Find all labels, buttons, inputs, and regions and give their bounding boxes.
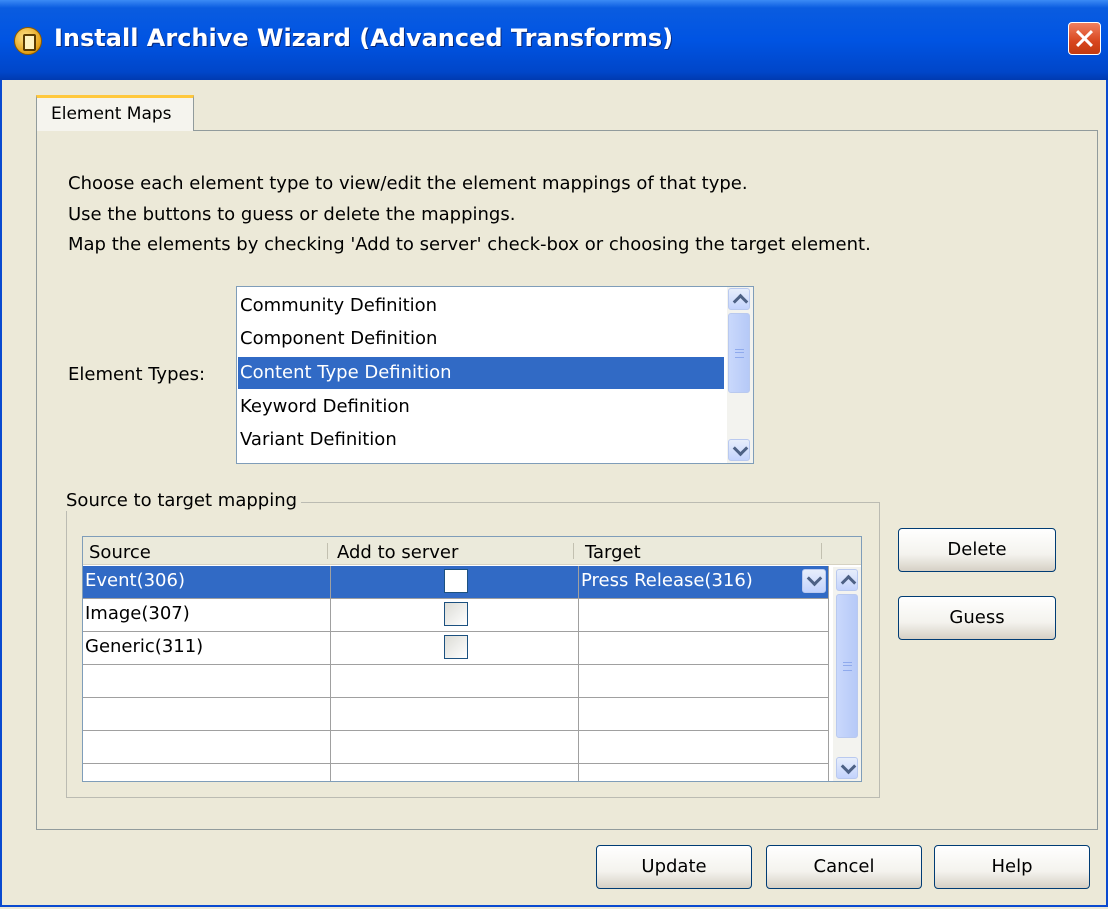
help-button[interactable]: Help [934, 845, 1090, 889]
list-item-variant-definition[interactable]: Variant Definition [238, 424, 724, 456]
tab-element-maps[interactable]: Element Maps [36, 95, 194, 131]
add-to-server-cell[interactable] [331, 764, 579, 781]
source-cell[interactable]: Image(307) [83, 599, 331, 632]
chevron-up-icon [732, 293, 749, 310]
target-cell[interactable] [579, 665, 829, 698]
scroll-thumb[interactable] [836, 594, 858, 738]
source-cell[interactable] [83, 731, 331, 764]
list-scrollbar[interactable] [727, 287, 753, 463]
column-divider[interactable] [573, 543, 574, 559]
instruction-line: Map the elements by checking 'Add to ser… [68, 234, 871, 255]
column-divider[interactable] [821, 543, 822, 559]
element-types-label: Element Types: [68, 364, 206, 385]
guess-button[interactable]: Guess [898, 596, 1056, 640]
add-to-server-checkbox[interactable] [444, 569, 468, 593]
list-item-component-definition[interactable]: Component Definition [238, 323, 724, 355]
element-types-list[interactable]: Community Definition Component Definitio… [236, 286, 754, 464]
scroll-up-button[interactable] [728, 288, 750, 310]
target-dropdown-button[interactable] [802, 569, 826, 593]
chevron-down-icon [840, 758, 857, 775]
mapping-group-label: Source to target mapping [62, 490, 302, 511]
tab-label: Element Maps [51, 104, 172, 124]
source-cell[interactable] [83, 665, 331, 698]
table-row[interactable] [83, 665, 829, 698]
source-cell[interactable]: Event(306) [83, 566, 331, 599]
target-cell[interactable] [579, 599, 829, 632]
target-cell[interactable] [579, 632, 829, 665]
table-row[interactable] [83, 731, 829, 764]
scroll-down-button[interactable] [836, 757, 858, 779]
list-item-keyword-definition[interactable]: Keyword Definition [238, 391, 724, 423]
add-to-server-cell [331, 599, 579, 632]
table-row[interactable] [83, 698, 829, 731]
add-to-server-checkbox[interactable] [444, 602, 468, 626]
instruction-line: Use the buttons to guess or delete the m… [68, 204, 516, 225]
add-to-server-cell[interactable] [331, 698, 579, 731]
header-corner [829, 537, 861, 565]
table-row[interactable]: Image(307) [83, 599, 829, 632]
update-button[interactable]: Update [596, 845, 752, 889]
column-divider[interactable] [327, 543, 328, 559]
table-row[interactable]: Generic(311) [83, 632, 829, 665]
target-cell[interactable] [579, 764, 829, 781]
add-to-server-cell [331, 566, 579, 599]
window-title: Install Archive Wizard (Advanced Transfo… [54, 24, 674, 52]
scroll-down-button[interactable] [728, 439, 750, 461]
app-icon [14, 27, 42, 55]
column-header-source[interactable]: Source [83, 537, 331, 565]
scroll-up-button[interactable] [836, 569, 858, 591]
source-cell[interactable]: Generic(311) [83, 632, 331, 665]
target-cell[interactable]: Press Release(316) [579, 566, 829, 599]
title-bar[interactable]: Install Archive Wizard (Advanced Transfo… [0, 0, 1108, 80]
add-to-server-cell [331, 632, 579, 665]
scroll-thumb[interactable] [728, 313, 750, 393]
target-cell[interactable] [579, 698, 829, 731]
target-value: Press Release(316) [581, 570, 753, 591]
table-row[interactable]: Event(306) Press Release(316) [83, 566, 829, 599]
chevron-up-icon [840, 574, 857, 591]
column-header-add-to-server[interactable]: Add to server [331, 537, 579, 565]
add-to-server-checkbox[interactable] [444, 635, 468, 659]
list-item-community-definition[interactable]: Community Definition [238, 290, 724, 322]
column-header-target[interactable]: Target [579, 537, 829, 565]
target-cell[interactable] [579, 731, 829, 764]
table-scrollbar[interactable] [833, 567, 861, 781]
grip-icon [843, 662, 852, 671]
cancel-button[interactable]: Cancel [766, 845, 922, 889]
source-cell[interactable] [83, 698, 331, 731]
source-cell[interactable] [83, 764, 331, 781]
close-button[interactable] [1068, 22, 1101, 55]
table-row[interactable] [83, 764, 829, 781]
instruction-line: Choose each element type to view/edit th… [68, 173, 748, 194]
list-item-content-type-definition[interactable]: Content Type Definition [238, 357, 724, 389]
grip-icon [735, 349, 744, 358]
chevron-down-icon [732, 440, 749, 457]
mapping-table[interactable]: Source Add to server Target Event(306) P… [82, 536, 862, 782]
delete-button[interactable]: Delete [898, 528, 1056, 572]
chevron-down-icon [806, 570, 823, 587]
add-to-server-cell[interactable] [331, 665, 579, 698]
add-to-server-cell[interactable] [331, 731, 579, 764]
